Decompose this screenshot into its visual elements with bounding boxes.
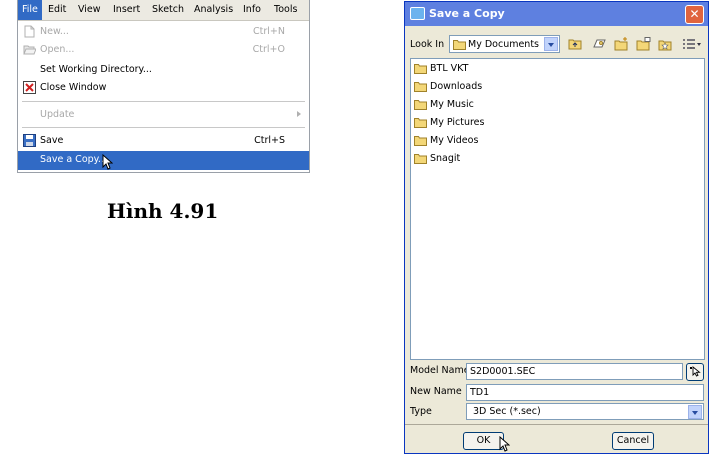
- folder-icon: [414, 118, 427, 128]
- pointer-select-icon: [690, 366, 701, 377]
- chevron-down-icon[interactable]: [688, 405, 702, 419]
- folder-name: My Videos: [430, 135, 479, 146]
- working-dir-icon[interactable]: [592, 37, 607, 51]
- menu-file[interactable]: File: [18, 0, 42, 20]
- menu-item-open[interactable]: Open... Ctrl+O: [18, 41, 309, 59]
- menu-item-label: Close Window: [40, 82, 107, 93]
- folder-icon: [414, 154, 427, 164]
- window-icon: [410, 7, 425, 20]
- menu-item-label: Open...: [40, 44, 75, 55]
- look-in-label: Look In: [410, 39, 445, 50]
- model-name-label: Model Name: [410, 365, 470, 376]
- dialog-divider: [405, 424, 708, 425]
- type-value: 3D Sec (*.sec): [473, 406, 541, 417]
- model-name-value: S2D0001.SEC: [470, 366, 536, 377]
- menu-item-shortcut: Ctrl+O: [252, 44, 285, 55]
- open-folder-icon: [23, 45, 36, 55]
- up-folder-icon[interactable]: [568, 37, 583, 51]
- menu-info[interactable]: Info: [243, 4, 261, 15]
- menu-item-shortcut: Ctrl+S: [254, 135, 285, 146]
- save-a-copy-dialog: Save a Copy ✕ Look In My Documents BTL V…: [404, 1, 709, 454]
- folder-icon: [414, 82, 427, 92]
- mouse-cursor-icon: [499, 436, 510, 452]
- list-view-icon[interactable]: [682, 37, 702, 51]
- menu-tools[interactable]: Tools: [274, 4, 297, 15]
- menu-item-update[interactable]: Update: [18, 106, 309, 124]
- cancel-button[interactable]: Cancel: [612, 432, 654, 450]
- menu-view[interactable]: View: [78, 4, 101, 15]
- menu-item-new[interactable]: New... Ctrl+N: [18, 23, 309, 41]
- menu-bar: File Edit View Insert Sketch Analysis In…: [18, 0, 309, 21]
- figure-caption: Hình 4.91: [107, 199, 219, 223]
- menu-item-close-window[interactable]: Close Window: [18, 79, 309, 97]
- menu-item-label: New...: [40, 26, 69, 37]
- file-dropdown: New... Ctrl+N Open... Ctrl+O Set Working…: [18, 21, 309, 172]
- menu-separator: [22, 101, 305, 102]
- folder-name: BTL VKT: [430, 63, 469, 74]
- folder-icon: [453, 40, 466, 50]
- menu-item-label: Save a Copy...: [40, 154, 107, 165]
- file-list[interactable]: BTL VKT Downloads My Music My Pictures M…: [410, 58, 705, 360]
- type-label: Type: [410, 406, 432, 417]
- menu-analysis[interactable]: Analysis: [194, 4, 233, 15]
- menu-item-set-working-directory[interactable]: Set Working Directory...: [18, 61, 309, 79]
- folder-name: My Music: [430, 99, 474, 110]
- folder-icon: [414, 136, 427, 146]
- model-name-field: S2D0001.SEC: [466, 363, 683, 380]
- mouse-cursor-icon: [102, 154, 113, 170]
- menu-item-save[interactable]: Save Ctrl+S: [18, 132, 309, 150]
- menu-separator: [22, 127, 305, 128]
- new-name-input[interactable]: TD1: [466, 384, 704, 401]
- new-name-value: TD1: [470, 387, 490, 398]
- desktop-folder-icon[interactable]: [636, 37, 651, 51]
- file-menu-screenshot: File Edit View Insert Sketch Analysis In…: [17, 0, 310, 173]
- ok-label: OK: [476, 435, 491, 446]
- menu-sketch[interactable]: Sketch: [152, 4, 184, 15]
- folder-icon: [414, 64, 427, 74]
- look-in-select[interactable]: My Documents: [449, 35, 560, 53]
- new-file-icon: [24, 25, 35, 38]
- dialog-title-bar[interactable]: Save a Copy ✕: [405, 2, 708, 26]
- submenu-arrow-icon: [297, 111, 301, 117]
- menu-edit[interactable]: Edit: [48, 4, 66, 15]
- menu-item-label: Save: [40, 135, 64, 146]
- look-in-value: My Documents: [468, 39, 540, 50]
- folder-name: Downloads: [430, 81, 483, 92]
- menu-item-label: Update: [40, 109, 75, 120]
- browse-button[interactable]: [686, 363, 704, 381]
- close-window-icon: [23, 81, 36, 94]
- folder-name: Snagit: [430, 153, 461, 164]
- chevron-down-icon[interactable]: [544, 37, 558, 51]
- folder-icon: [414, 100, 427, 110]
- close-button[interactable]: ✕: [685, 5, 704, 24]
- type-select[interactable]: 3D Sec (*.sec): [466, 403, 704, 420]
- menu-item-save-a-copy[interactable]: Save a Copy...: [18, 151, 309, 170]
- save-disk-icon: [23, 134, 36, 147]
- folder-name: My Pictures: [430, 117, 485, 128]
- dialog-title: Save a Copy: [429, 7, 505, 20]
- favorites-folder-icon[interactable]: [658, 37, 673, 51]
- cancel-label: Cancel: [616, 435, 650, 446]
- ok-button[interactable]: OK: [463, 432, 504, 450]
- menu-item-shortcut: Ctrl+N: [253, 26, 285, 37]
- new-name-label: New Name: [410, 386, 462, 397]
- menu-item-label: Set Working Directory...: [40, 64, 152, 75]
- new-folder-icon[interactable]: [614, 37, 629, 51]
- menu-insert[interactable]: Insert: [113, 4, 140, 15]
